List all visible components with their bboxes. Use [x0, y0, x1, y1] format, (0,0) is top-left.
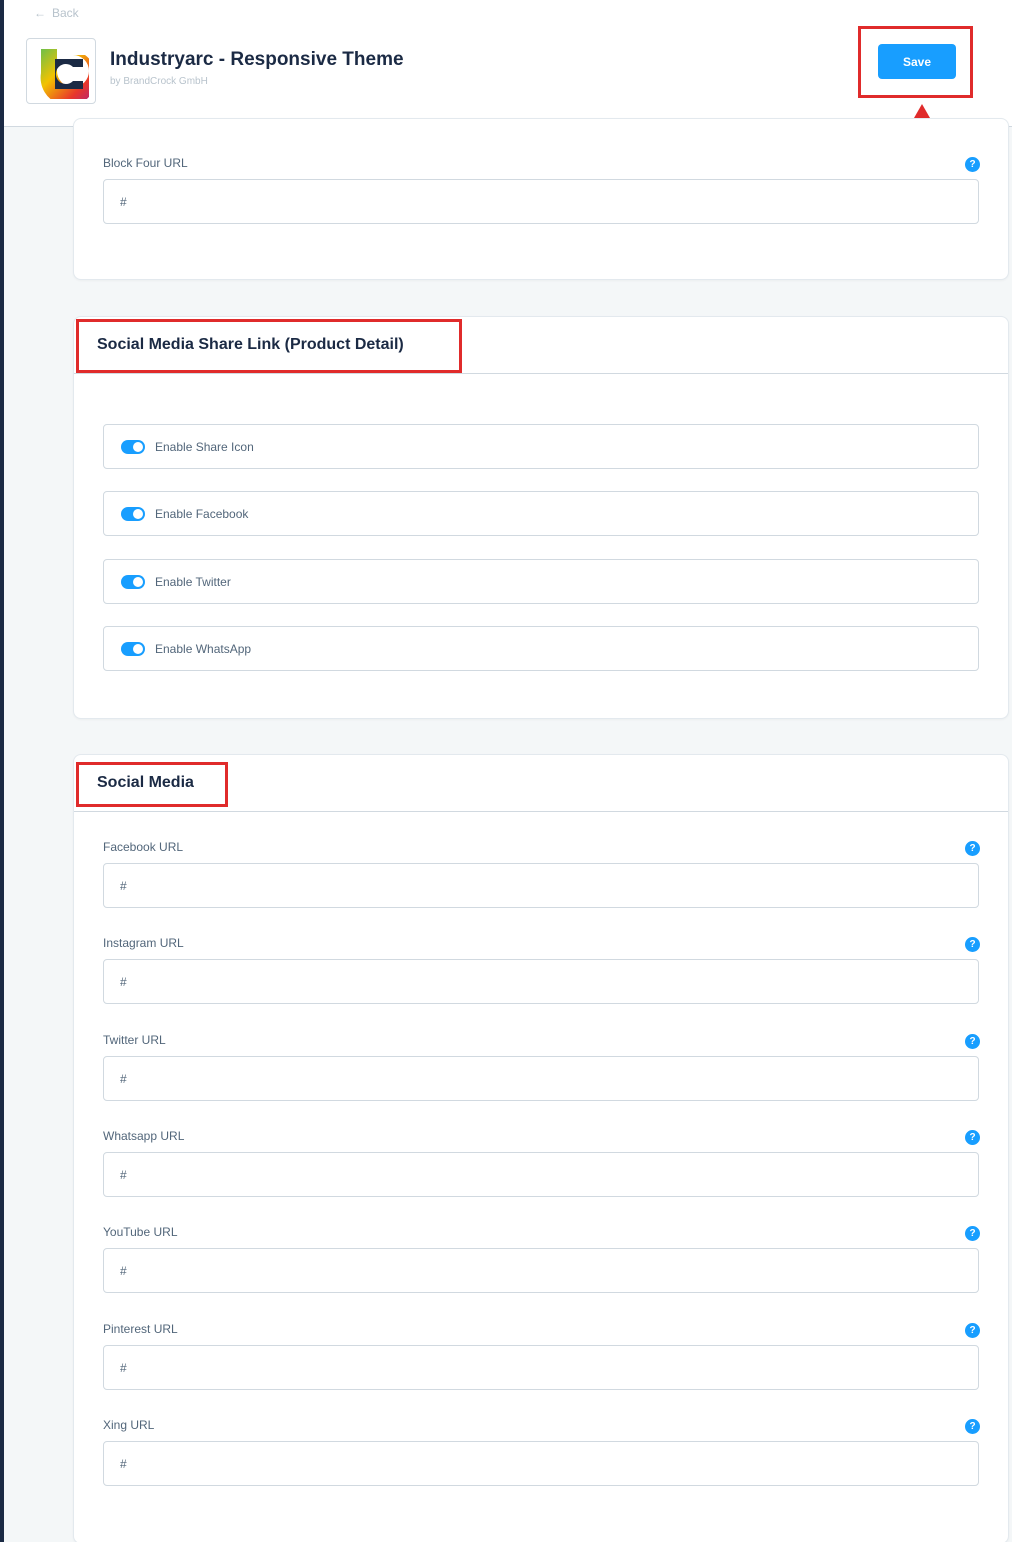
facebook-url-input[interactable] [103, 863, 979, 908]
save-button[interactable]: Save [878, 44, 956, 79]
whatsapp-url-input[interactable] [103, 1152, 979, 1197]
help-icon[interactable]: ? [965, 1130, 980, 1145]
pinterest-url-input[interactable] [103, 1345, 979, 1390]
back-link[interactable]: ← Back [34, 6, 79, 20]
youtube-url-input[interactable] [103, 1248, 979, 1293]
help-icon[interactable]: ? [965, 1323, 980, 1338]
help-icon[interactable]: ? [965, 937, 980, 952]
app-title: Industryarc - Responsive Theme [110, 49, 404, 70]
social-media-title: Social Media [97, 774, 194, 791]
toggle-label: Enable WhatsApp [155, 641, 252, 656]
block-settings-card: Block Four URL ? [73, 118, 1009, 280]
pinterest-url-label: Pinterest URL [103, 1322, 178, 1336]
help-icon[interactable]: ? [965, 1419, 980, 1434]
share-links-card: Social Media Share Link (Product Detail)… [73, 316, 1009, 719]
help-icon[interactable]: ? [965, 841, 980, 856]
app-vendor: by BrandCrock GmbH [110, 76, 208, 87]
toggle-switch[interactable] [121, 439, 145, 454]
toggle-row-whatsapp[interactable]: Enable WhatsApp [103, 626, 979, 671]
facebook-url-label: Facebook URL [103, 840, 184, 854]
whatsapp-url-label: Whatsapp URL [103, 1129, 185, 1143]
sidebar-edge [0, 0, 4, 1542]
toggle-label: Enable Share Icon [155, 439, 254, 454]
toggle-switch[interactable] [121, 641, 145, 656]
app-logo-icon [26, 38, 96, 104]
twitter-url-input[interactable] [103, 1056, 979, 1101]
toggle-row-share-icon[interactable]: Enable Share Icon [103, 424, 979, 469]
toggle-row-facebook[interactable]: Enable Facebook [103, 491, 979, 536]
block-four-url-input[interactable] [103, 179, 979, 224]
back-label: Back [52, 6, 79, 20]
block-four-url-label: Block Four URL [103, 156, 188, 170]
toggle-label: Enable Twitter [155, 574, 231, 589]
toggle-switch[interactable] [121, 506, 145, 521]
help-icon[interactable]: ? [965, 1034, 980, 1049]
youtube-url-label: YouTube URL [103, 1225, 178, 1239]
share-links-title: Social Media Share Link (Product Detail) [97, 336, 404, 353]
twitter-url-label: Twitter URL [103, 1033, 166, 1047]
social-media-card: Social Media Facebook URL ? Instagram UR… [73, 754, 1009, 1542]
instagram-url-label: Instagram URL [103, 936, 184, 950]
help-icon[interactable]: ? [965, 157, 980, 172]
social-media-header: Social Media [74, 755, 1008, 812]
toggle-row-twitter[interactable]: Enable Twitter [103, 559, 979, 604]
toggle-switch[interactable] [121, 574, 145, 589]
arrow-left-icon: ← [34, 6, 46, 20]
share-links-header: Social Media Share Link (Product Detail) [74, 317, 1008, 374]
instagram-url-input[interactable] [103, 959, 979, 1004]
help-icon[interactable]: ? [965, 1226, 980, 1241]
xing-url-input[interactable] [103, 1441, 979, 1486]
xing-url-label: Xing URL [103, 1418, 155, 1432]
toggle-label: Enable Facebook [155, 506, 249, 521]
app-header: ← Back Industryarc - Responsive Theme by… [4, 0, 1012, 127]
